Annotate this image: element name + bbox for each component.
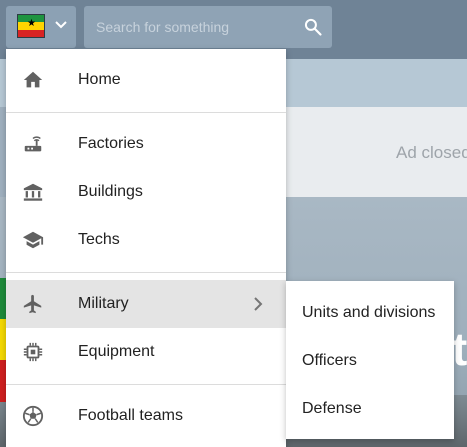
search-input[interactable] (84, 6, 294, 48)
menu-item-football-teams[interactable]: Football teams (6, 392, 286, 440)
search-box[interactable] (84, 6, 332, 48)
factory-icon (24, 136, 42, 152)
menu-divider (6, 384, 286, 385)
soccer-ball-icon (22, 405, 44, 427)
submenu-item-label: Units and divisions (302, 304, 436, 321)
menu-item-label: Military (78, 295, 129, 312)
menu-item-label: Home (78, 71, 121, 88)
menu-item-label: Football teams (78, 407, 183, 424)
menu-item-equipment[interactable]: Equipment (6, 328, 286, 376)
chevron-down-icon (55, 21, 67, 29)
submenu-item-officers[interactable]: Officers (286, 329, 454, 377)
menu-item-military[interactable]: Military (6, 280, 286, 328)
chevron-right-icon (254, 297, 263, 311)
menu-item-buildings[interactable]: Buildings (6, 168, 286, 216)
hero-text-fragment: t (452, 323, 467, 375)
menu-divider (6, 272, 286, 273)
menu-item-home[interactable]: Home (6, 56, 286, 104)
submenu-item-label: Officers (302, 352, 357, 369)
graduation-cap-icon (22, 231, 44, 249)
menu-divider (6, 112, 286, 113)
home-icon (23, 71, 43, 88)
bank-building-icon (23, 183, 43, 201)
navigation-menu: Home Factories Buildings Techs Military … (6, 49, 286, 447)
menu-item-label: Equipment (78, 343, 155, 360)
ad-closed-text: Ad closed (396, 143, 467, 162)
menu-item-label: Buildings (78, 183, 143, 200)
submenu-item-defense[interactable]: Defense (286, 377, 454, 425)
chip-icon (23, 342, 43, 362)
menu-item-techs[interactable]: Techs (6, 216, 286, 264)
submenu-item-label: Defense (302, 400, 362, 417)
military-submenu: Units and divisions Officers Defense (286, 281, 454, 439)
country-selector-button[interactable]: ★ (6, 6, 76, 48)
country-flag-icon: ★ (17, 14, 45, 38)
airplane-icon (23, 294, 42, 314)
menu-item-label: Factories (78, 135, 144, 152)
menu-item-factories[interactable]: Factories (6, 120, 286, 168)
menu-item-label: Techs (78, 231, 120, 248)
submenu-item-units-and-divisions[interactable]: Units and divisions (286, 281, 454, 329)
search-icon[interactable] (303, 17, 323, 37)
